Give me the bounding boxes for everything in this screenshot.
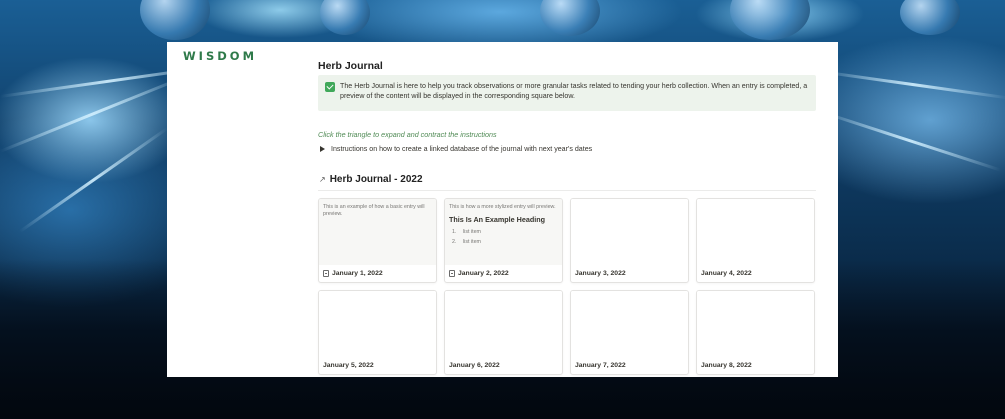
brand-logo: WISDOM [183, 49, 258, 63]
light-beam [0, 75, 186, 153]
card-date: January 1, 2022 [332, 270, 383, 277]
card-footer: January 4, 2022 [701, 270, 752, 277]
card-preview: This is an example of how a basic entry … [319, 199, 436, 265]
card-footer: January 7, 2022 [575, 362, 626, 369]
light-beam [819, 70, 1005, 100]
disco-ball [730, 0, 810, 40]
gallery-card[interactable]: January 3, 2022 [570, 198, 689, 283]
card-date: January 4, 2022 [701, 270, 752, 277]
preview-text: This is an example of how a basic entry … [323, 204, 425, 217]
card-date: January 2, 2022 [458, 270, 509, 277]
card-date: January 3, 2022 [575, 270, 626, 277]
card-date: January 6, 2022 [449, 362, 500, 369]
card-date: January 8, 2022 [701, 362, 752, 369]
database-title[interactable]: ↗ Herb Journal - 2022 [319, 174, 423, 185]
card-footer: January 6, 2022 [449, 362, 500, 369]
linked-arrow-icon: ↗ [319, 175, 326, 184]
preview-list: 1. list item 2. list item [449, 227, 558, 247]
toggle-label: Instructions on how to create a linked d… [331, 145, 593, 153]
gallery-card[interactable]: January 6, 2022 [444, 290, 563, 375]
card-preview [319, 291, 436, 357]
check-mark-icon [325, 82, 335, 92]
preview-list-item: 1. list item [452, 229, 481, 235]
disco-ball [140, 0, 210, 40]
callout-text: The Herb Journal is here to help you tra… [340, 82, 808, 100]
page-title: Herb Journal [318, 60, 383, 72]
light-beam [819, 110, 1002, 172]
instruction-hint: Click the triangle to expand and contrac… [318, 130, 497, 139]
card-footer: January 5, 2022 [323, 362, 374, 369]
gallery-card[interactable]: January 8, 2022 [696, 290, 815, 375]
gallery-card[interactable]: This is how a more stylized entry will p… [444, 198, 563, 283]
preview-list-item: 2. list item [452, 239, 481, 245]
page-icon [323, 270, 329, 277]
divider [318, 190, 816, 191]
instructions-toggle[interactable]: Instructions on how to create a linked d… [320, 145, 592, 153]
callout-block: The Herb Journal is here to help you tra… [318, 75, 816, 111]
page-icon [449, 270, 455, 277]
gallery-grid: This is an example of how a basic entry … [318, 198, 816, 375]
disco-ball [320, 0, 370, 35]
card-date: January 5, 2022 [323, 362, 374, 369]
card-footer: January 3, 2022 [575, 270, 626, 277]
card-footer: January 2, 2022 [449, 270, 509, 277]
card-preview [445, 291, 562, 357]
database-title-text: Herb Journal - 2022 [329, 174, 423, 185]
card-preview [571, 199, 688, 265]
gallery-card[interactable]: January 7, 2022 [570, 290, 689, 375]
card-preview [571, 291, 688, 357]
card-preview [697, 199, 814, 265]
card-footer: January 1, 2022 [323, 270, 383, 277]
gallery-card[interactable]: January 4, 2022 [696, 198, 815, 283]
disco-ball [540, 0, 600, 36]
light-beam [19, 127, 169, 233]
disco-ball [900, 0, 960, 35]
gallery-card[interactable]: January 5, 2022 [318, 290, 437, 375]
card-date: January 7, 2022 [575, 362, 626, 369]
notion-page: WISDOM Herb Journal The Herb Journal is … [167, 42, 838, 377]
toggle-triangle-icon[interactable] [320, 146, 325, 152]
card-footer: January 8, 2022 [701, 362, 752, 369]
gallery-card[interactable]: This is an example of how a basic entry … [318, 198, 437, 283]
card-preview [697, 291, 814, 357]
preview-text: This is how a more stylized entry will p… [449, 204, 556, 210]
preview-heading: This Is An Example Heading [449, 215, 545, 224]
card-preview: This is how a more stylized entry will p… [445, 199, 562, 265]
